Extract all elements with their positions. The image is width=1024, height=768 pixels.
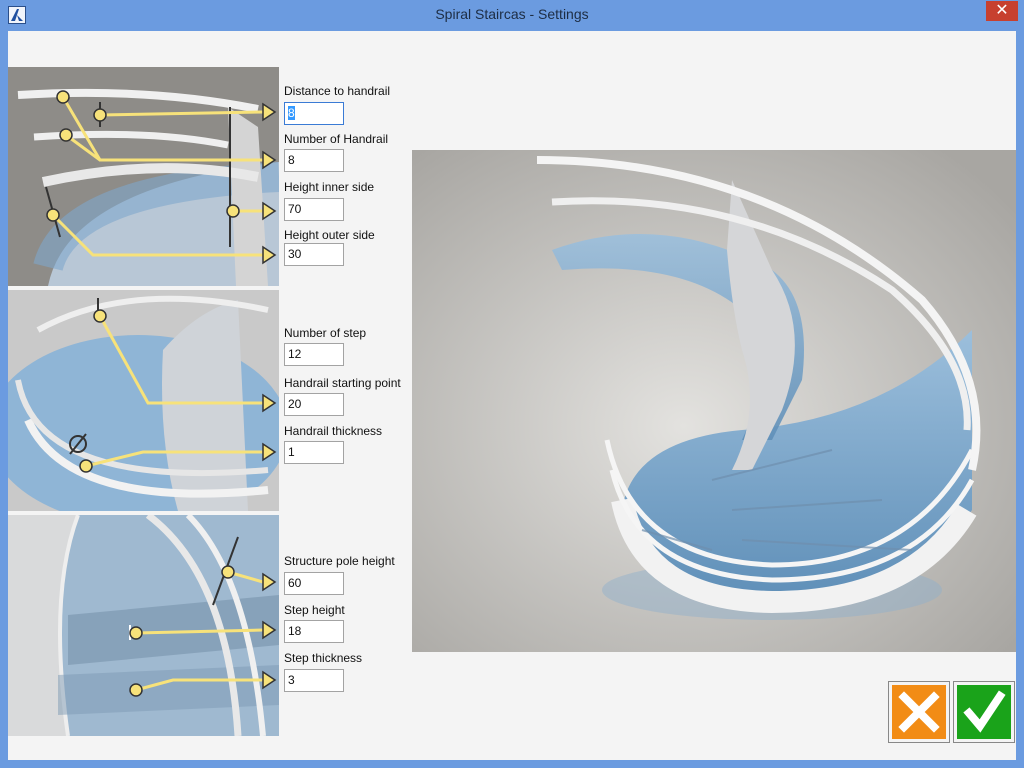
structure-diagram-image <box>8 515 279 736</box>
close-button[interactable]: ✕ <box>986 1 1018 21</box>
dialog-body: Distance to handrail 8 Number of Handrai… <box>8 31 1016 760</box>
settings-window: Spiral Staircas - Settings ✕ Distance to… <box>0 0 1024 768</box>
step-height-label: Step height <box>284 603 345 617</box>
handrail-starting-point-label: Handrail starting point <box>284 376 401 390</box>
distance-to-handrail-value: 8 <box>288 106 295 120</box>
handrail-thickness-label: Handrail thickness <box>284 424 383 438</box>
step-thickness-input[interactable]: 3 <box>284 669 344 692</box>
window-title: Spiral Staircas - Settings <box>435 6 589 22</box>
handrail-thickness-input[interactable]: 1 <box>284 441 344 464</box>
ok-button[interactable] <box>953 681 1015 743</box>
cancel-button[interactable] <box>888 681 950 743</box>
number-of-handrail-input[interactable]: 8 <box>284 149 344 172</box>
height-outer-side-input[interactable]: 30 <box>284 243 344 266</box>
number-of-step-input[interactable]: 12 <box>284 343 344 366</box>
height-inner-side-input[interactable]: 70 <box>284 198 344 221</box>
height-inner-side-label: Height inner side <box>284 180 375 194</box>
distance-to-handrail-input[interactable]: 8 <box>284 102 344 125</box>
distance-to-handrail-label: Distance to handrail <box>284 84 391 98</box>
number-of-handrail-label: Number of Handrail <box>284 132 389 146</box>
structure-pole-height-input[interactable]: 60 <box>284 572 344 595</box>
staircase-preview-image <box>412 150 1016 652</box>
checkmark-icon <box>957 685 1011 739</box>
title-bar[interactable]: Spiral Staircas - Settings ✕ <box>0 0 1024 31</box>
cross-icon <box>892 685 946 739</box>
height-outer-side-label: Height outer side <box>284 228 375 242</box>
structure-pole-height-label: Structure pole height <box>284 554 395 568</box>
steps-diagram-image <box>8 290 279 511</box>
handrail-diagram-image <box>8 67 279 286</box>
handrail-starting-point-input[interactable]: 20 <box>284 393 344 416</box>
number-of-step-label: Number of step <box>284 326 367 340</box>
step-thickness-label: Step thickness <box>284 651 363 665</box>
step-height-input[interactable]: 18 <box>284 620 344 643</box>
